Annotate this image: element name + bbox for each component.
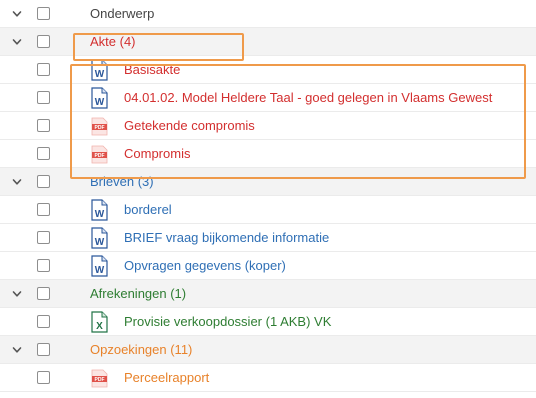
group-label[interactable]: Afrekeningen (1) bbox=[90, 286, 186, 301]
group-row-opzoekingen[interactable]: Opzoekingen (11) bbox=[0, 336, 536, 364]
excel-icon bbox=[91, 311, 108, 333]
file-row[interactable]: Perceelrapport bbox=[0, 364, 536, 392]
group-checkbox[interactable] bbox=[37, 343, 50, 356]
chevron-down-icon[interactable] bbox=[12, 345, 22, 355]
column-header-onderwerp[interactable]: Onderwerp bbox=[90, 6, 154, 21]
file-checkbox[interactable] bbox=[37, 231, 50, 244]
file-name-link[interactable]: BRIEF vraag bijkomende informatie bbox=[124, 230, 329, 245]
file-name-link[interactable]: Opvragen gegevens (koper) bbox=[124, 258, 286, 273]
highlight-group-header bbox=[73, 33, 244, 61]
group-checkbox[interactable] bbox=[37, 35, 50, 48]
highlight-group-items bbox=[70, 64, 526, 179]
file-checkbox[interactable] bbox=[37, 315, 50, 328]
file-checkbox[interactable] bbox=[37, 203, 50, 216]
group-label[interactable]: Opzoekingen (11) bbox=[90, 342, 192, 357]
file-row[interactable]: borderel bbox=[0, 196, 536, 224]
chevron-down-icon[interactable] bbox=[12, 177, 22, 187]
file-name-link[interactable]: Perceelrapport bbox=[124, 370, 209, 385]
file-row[interactable]: BRIEF vraag bijkomende informatie bbox=[0, 224, 536, 252]
pdf-icon bbox=[91, 367, 108, 389]
chevron-down-icon[interactable] bbox=[12, 289, 22, 299]
file-row[interactable]: Opvragen gegevens (koper) bbox=[0, 252, 536, 280]
chevron-down-icon[interactable] bbox=[12, 9, 22, 19]
word-icon bbox=[91, 199, 108, 221]
group-checkbox[interactable] bbox=[37, 175, 50, 188]
file-checkbox[interactable] bbox=[37, 147, 50, 160]
word-icon bbox=[91, 227, 108, 249]
chevron-down-icon[interactable] bbox=[12, 37, 22, 47]
word-icon bbox=[91, 255, 108, 277]
select-all-checkbox[interactable] bbox=[37, 7, 50, 20]
file-checkbox[interactable] bbox=[37, 91, 50, 104]
file-checkbox[interactable] bbox=[37, 259, 50, 272]
header-row: Onderwerp bbox=[0, 0, 536, 28]
file-name-link[interactable]: Provisie verkoopdossier (1 AKB) VK bbox=[124, 314, 331, 329]
file-checkbox[interactable] bbox=[37, 63, 50, 76]
group-checkbox[interactable] bbox=[37, 287, 50, 300]
file-name-link[interactable]: borderel bbox=[124, 202, 172, 217]
file-checkbox[interactable] bbox=[37, 119, 50, 132]
file-row[interactable]: Provisie verkoopdossier (1 AKB) VK bbox=[0, 308, 536, 336]
file-checkbox[interactable] bbox=[37, 371, 50, 384]
group-row-afrekeningen[interactable]: Afrekeningen (1) bbox=[0, 280, 536, 308]
